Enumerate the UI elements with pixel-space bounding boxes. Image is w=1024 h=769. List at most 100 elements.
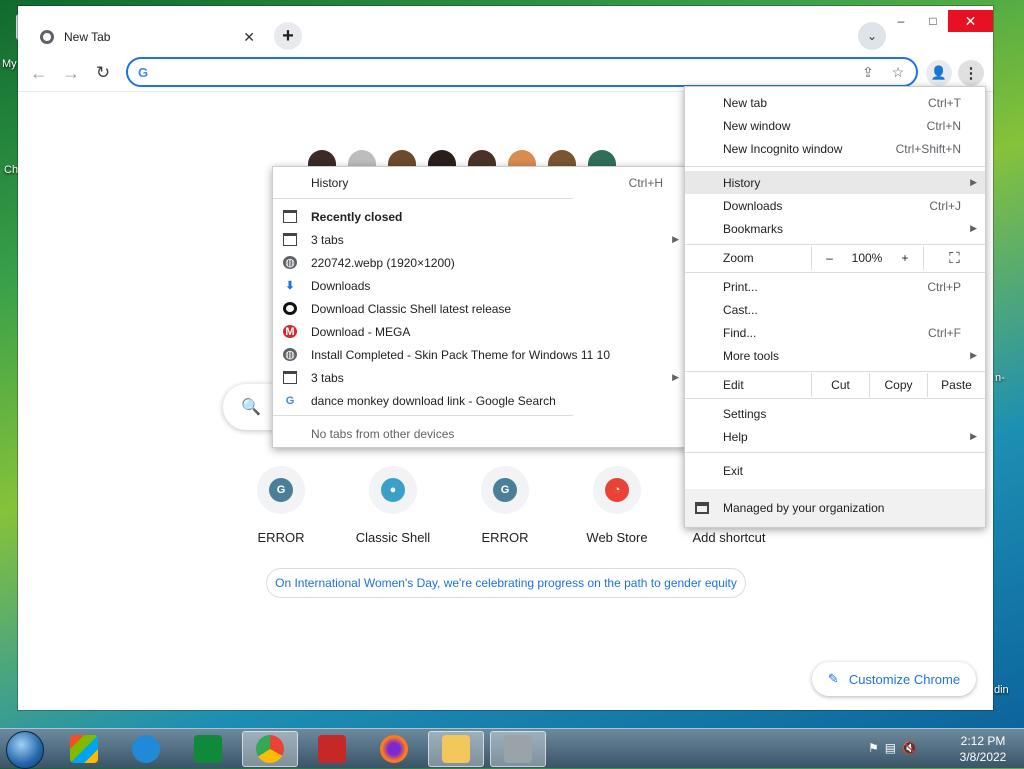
desktop-label-ch: Ch [4,164,19,176]
taskbar-store[interactable] [180,731,236,767]
forward-button[interactable]: → [60,62,82,84]
building-icon [695,502,709,514]
taskbar-file-explorer[interactable] [428,731,484,767]
tab-close-icon[interactable]: ✕ [243,29,255,46]
fullscreen-icon[interactable]: ⛶ [923,246,985,270]
shortcut-label: Web Store [586,530,648,545]
recent-item-label: Download - MEGA [311,324,411,339]
paste-button[interactable]: Paste [927,373,985,397]
clock-time: 2:12 PM [960,734,1006,748]
submenu-arrow-icon: ▶ [672,234,679,244]
menu-edit-row: Edit Cut Copy Paste [685,373,985,397]
taskbar-tool[interactable] [490,731,546,767]
shortcut-label: ERROR [481,530,529,545]
menu-print[interactable]: Print... Ctrl+P [685,275,985,298]
recent-item-label: Install Completed - Skin Pack Theme for … [311,347,611,362]
recent-item-skin-pack[interactable]: ◍ Install Completed - Skin Pack Theme fo… [273,343,687,366]
recently-closed-heading: Recently closed [273,205,687,228]
promo-link[interactable]: On International Women's Day, we're cele… [266,568,746,598]
menu-label: Bookmarks [723,221,784,236]
tab-new-tab[interactable]: New Tab ✕ [30,20,265,54]
taskbar-ie[interactable] [118,731,174,767]
globe-icon: ◍ [283,348,297,361]
zoom-label: Zoom [723,251,754,265]
flag-icon[interactable]: ⚑ [868,741,879,755]
recent-item-mega[interactable]: M Download - MEGA [273,320,687,343]
title-bar: New Tab ✕ + ⌄ – □ ✕ [18,6,993,54]
volume-muted-icon[interactable]: 🔇 [902,741,917,755]
start-button[interactable] [6,731,44,769]
clock-date: 3/8/2022 [959,750,1007,764]
recent-item-3-tabs-2[interactable]: 3 tabs ▶ [273,366,687,389]
menu-shortcut: Ctrl+P [927,279,961,294]
back-button[interactable]: ← [28,62,50,84]
customize-chrome-button[interactable]: ✎ Customize Chrome [812,662,976,696]
bookmark-star-icon[interactable]: ☆ [886,64,910,81]
menu-exit[interactable]: Exit [685,459,985,482]
recent-item-webp[interactable]: ◍ 220742.webp (1920×1200) [273,251,687,274]
recent-item-downloads[interactable]: ⬇ Downloads [273,274,687,297]
menu-label: New tab [723,95,768,110]
store-icon [194,735,222,763]
taskbar-red-x-app[interactable] [304,731,360,767]
menu-shortcut: Ctrl+T [928,95,961,110]
taskbar-windows-flag[interactable] [56,731,112,767]
menu-downloads[interactable]: Downloads Ctrl+J [685,194,985,217]
cut-button[interactable]: Cut [811,373,869,397]
copy-button[interactable]: Copy [869,373,927,397]
taskbar-firefox[interactable] [366,731,422,767]
address-input[interactable] [156,63,856,81]
menu-new-tab[interactable]: New tab Ctrl+T [685,91,985,114]
shortcut-error-2[interactable]: G ERROR [450,466,560,545]
menu-shortcut: Ctrl+J [929,198,961,213]
chrome-icon [256,735,284,763]
divider [685,452,985,453]
shortcut-classic-shell[interactable]: ● Classic Shell [338,466,448,545]
zoom-in-button[interactable]: + [887,246,923,270]
reload-button[interactable]: ↻ [92,62,114,84]
shortcut-web-store[interactable]: ◔ Web Store [562,466,672,545]
network-icon[interactable]: ▤ [885,741,896,755]
address-bar[interactable]: G ⇪ ☆ [126,57,918,87]
desktop-label-my: My [2,58,17,70]
menu-label: Find... [723,325,757,340]
menu-history[interactable]: History ▶ [685,171,985,194]
share-icon[interactable]: ⇪ [856,64,880,81]
tab-search-button[interactable]: ⌄ [858,22,886,50]
recent-item-google-search[interactable]: G dance monkey download link - Google Se… [273,389,687,412]
chrome-menu-button[interactable]: ⋮ [958,60,984,86]
menu-managed-by-org[interactable]: Managed by your organization [685,489,985,527]
menu-new-incognito[interactable]: New Incognito window Ctrl+Shift+N [685,137,985,160]
menu-label: Help [723,429,748,444]
menu-bookmarks[interactable]: Bookmarks ▶ [685,217,985,240]
minimize-button[interactable]: – [890,10,912,32]
new-tab-button[interactable]: + [274,22,302,50]
menu-help[interactable]: Help ▶ [685,425,985,448]
close-window-button[interactable]: ✕ [948,10,993,32]
shortcut-favicon-icon: G [269,478,293,502]
divider [685,371,985,372]
ntp-search-box[interactable]: 🔍 [223,384,279,430]
submenu-arrow-icon: ▶ [970,223,977,233]
window-icon [283,210,297,223]
maximize-button[interactable]: □ [922,10,944,32]
menu-cast[interactable]: Cast... [685,298,985,321]
search-icon: 🔍 [241,399,261,416]
history-menu-item[interactable]: History Ctrl+H [273,171,687,194]
recent-item-3-tabs[interactable]: 3 tabs ▶ [273,228,687,251]
menu-find[interactable]: Find... Ctrl+F [685,321,985,344]
recent-item-classic-shell[interactable]: Download Classic Shell latest release [273,297,687,320]
customize-label: Customize Chrome [848,671,961,687]
divider [685,398,985,399]
zoom-out-button[interactable]: – [811,246,847,270]
submenu-arrow-icon: ▶ [672,372,679,382]
taskbar-chrome[interactable] [242,731,298,767]
taskbar-clock[interactable]: 2:12 PM 3/8/2022 [950,733,1016,765]
menu-zoom-row: Zoom – 100% + ⛶ [685,246,985,270]
profile-button[interactable]: 👤 [926,60,952,86]
menu-settings[interactable]: Settings [685,402,985,425]
shortcut-error-1[interactable]: G ERROR [226,466,336,545]
shortcut-label: Classic Shell [355,530,431,545]
menu-new-window[interactable]: New window Ctrl+N [685,114,985,137]
menu-more-tools[interactable]: More tools ▶ [685,344,985,367]
